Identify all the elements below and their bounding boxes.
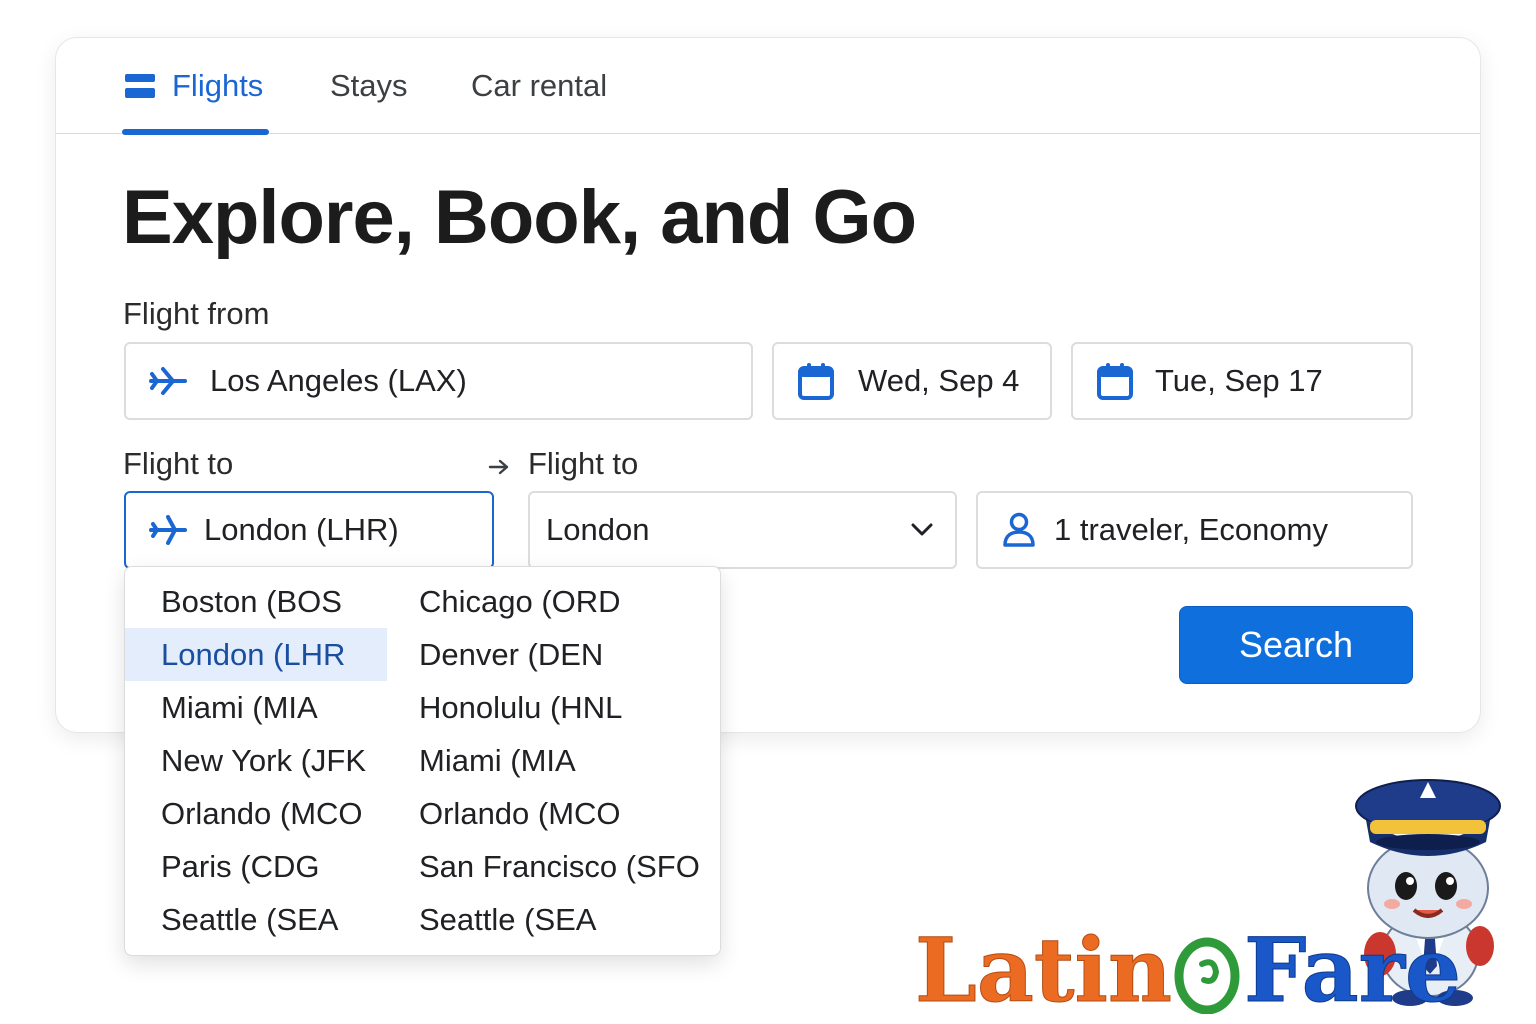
tab-stays-label: Stays bbox=[330, 68, 408, 103]
dropdown-item-selected[interactable]: London (LHR bbox=[125, 628, 387, 681]
flight-from-label: Flight from bbox=[123, 296, 270, 331]
dropdown-item[interactable]: Seattle (SEA bbox=[125, 893, 387, 946]
dropdown-item[interactable]: Denver (DEN bbox=[387, 628, 707, 681]
tab-flights-label: Flights bbox=[172, 68, 264, 103]
dropdown-column-left: Boston (BOS London (LHR Miami (MIA New Y… bbox=[125, 575, 387, 946]
flight-to-label-2: Flight to bbox=[528, 446, 639, 481]
tab-stays[interactable]: Stays bbox=[330, 38, 408, 134]
tab-car-rental[interactable]: Car rental bbox=[471, 38, 607, 134]
chevron-down-icon bbox=[911, 523, 933, 537]
flight-to-value: London (LHR) bbox=[204, 512, 399, 547]
calendar-icon bbox=[798, 362, 834, 400]
flight-to-label: Flight to bbox=[123, 446, 234, 481]
return-date-value: Tue, Sep 17 bbox=[1155, 363, 1323, 398]
flights-menu-icon bbox=[124, 70, 156, 102]
dropdown-item[interactable]: Seattle (SEA bbox=[387, 893, 707, 946]
dropdown-item[interactable]: Honolulu (HNL bbox=[387, 681, 707, 734]
flight-to-select-value: London bbox=[546, 512, 650, 547]
logo-text-fare: Fare bbox=[1243, 918, 1461, 1022]
swirl-o-icon bbox=[1174, 926, 1242, 1014]
logo-text-latin: Latin bbox=[915, 918, 1173, 1022]
return-date-field[interactable]: Tue, Sep 17 bbox=[1071, 342, 1413, 420]
latinofare-logo: Latin Fare bbox=[915, 918, 1462, 1022]
travelers-value: 1 traveler, Economy bbox=[1054, 512, 1328, 547]
page-title: Explore, Book, and Go bbox=[122, 175, 917, 260]
calendar-icon bbox=[1097, 362, 1133, 400]
tab-car-rental-label: Car rental bbox=[471, 68, 608, 103]
airplane-icon bbox=[146, 513, 190, 547]
dropdown-item[interactable]: San Francisco (SFO bbox=[387, 840, 707, 893]
tab-bar: Flights Stays Car rental bbox=[56, 38, 1480, 135]
dropdown-item[interactable]: Orlando (MCO bbox=[125, 787, 387, 840]
dropdown-item[interactable]: Miami (MIA bbox=[387, 734, 707, 787]
flight-to-select[interactable]: London bbox=[528, 491, 957, 569]
arrow-right-icon bbox=[488, 458, 510, 476]
depart-date-field[interactable]: Wed, Sep 4 bbox=[772, 342, 1052, 420]
dropdown-column-right: Chicago (ORD Denver (DEN Honolulu (HNL M… bbox=[387, 575, 707, 946]
dropdown-item[interactable]: Boston (BOS bbox=[125, 575, 387, 628]
dropdown-item[interactable]: Chicago (ORD bbox=[387, 575, 707, 628]
tab-flights[interactable]: Flights bbox=[121, 38, 270, 135]
dropdown-item[interactable]: New York (JFK bbox=[125, 734, 387, 787]
search-button[interactable]: Search bbox=[1179, 606, 1413, 684]
dropdown-item[interactable]: Miami (MIA bbox=[125, 681, 387, 734]
flight-from-field[interactable]: Los Angeles (LAX) bbox=[124, 342, 753, 420]
person-icon bbox=[1002, 512, 1036, 548]
dropdown-item[interactable]: Orlando (MCO bbox=[387, 787, 707, 840]
airplane-icon bbox=[146, 364, 190, 398]
depart-date-value: Wed, Sep 4 bbox=[858, 363, 1020, 398]
flight-to-field[interactable]: London (LHR) bbox=[124, 491, 494, 569]
destination-dropdown: Boston (BOS London (LHR Miami (MIA New Y… bbox=[124, 566, 721, 956]
travelers-field[interactable]: 1 traveler, Economy bbox=[976, 491, 1413, 569]
flight-from-value: Los Angeles (LAX) bbox=[210, 363, 467, 398]
dropdown-item[interactable]: Paris (CDG bbox=[125, 840, 387, 893]
